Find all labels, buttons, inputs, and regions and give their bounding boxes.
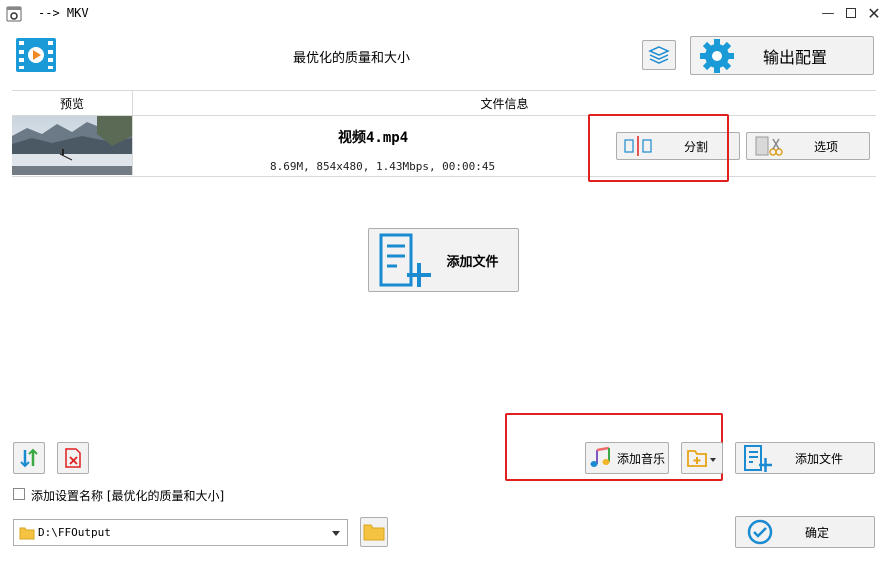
output-config-button[interactable]: 输出配置	[690, 36, 874, 75]
column-header-fileinfo: 文件信息	[133, 91, 876, 116]
options-label: 选项	[813, 139, 838, 154]
maximize-button[interactable]	[841, 4, 861, 22]
add-preset-name-checkbox[interactable]	[13, 488, 25, 500]
close-button[interactable]: ✕	[864, 4, 884, 23]
options-button[interactable]: 选项	[746, 132, 870, 160]
preset-name[interactable]: 最优化的质量和大小	[293, 47, 410, 66]
folder-browse-icon	[363, 524, 385, 541]
scissors-icon	[755, 136, 783, 156]
music-icon	[590, 446, 610, 467]
column-header-preview: 预览	[12, 91, 133, 116]
folder-icon	[19, 527, 35, 540]
output-path-select[interactable]: D:\FFOutput	[13, 519, 348, 546]
add-music-button[interactable]: 添加音乐	[585, 442, 669, 474]
center-add-file-button[interactable]: 添加文件	[368, 228, 519, 292]
check-circle-icon	[747, 519, 773, 545]
file-name: 视频4.mp4	[338, 130, 409, 146]
browse-folder-button[interactable]	[360, 517, 388, 547]
file-details: 8.69M, 854x480, 1.43Mbps, 00:00:45	[270, 160, 496, 173]
add-folder-button[interactable]	[681, 442, 723, 474]
format-icon[interactable]	[14, 36, 58, 74]
add-file-button[interactable]: 添加文件	[735, 442, 875, 474]
add-folder-icon	[687, 450, 716, 467]
minimize-button[interactable]: —	[818, 4, 838, 22]
confirm-label: 确定	[804, 525, 829, 540]
column-header-preview-label: 预览	[59, 96, 84, 111]
remove-file-icon	[65, 448, 81, 468]
column-header-fileinfo-label: 文件信息	[480, 96, 529, 111]
center-add-file-label: 添加文件	[446, 254, 499, 270]
window-title: --> MKV	[38, 6, 89, 20]
app-icon	[6, 5, 22, 22]
maximize-icon	[846, 8, 856, 18]
sort-icon	[20, 448, 38, 468]
sort-button[interactable]	[13, 442, 45, 474]
confirm-button[interactable]: 确定	[735, 516, 875, 548]
add-file-small-icon	[744, 445, 772, 472]
layers-icon	[648, 46, 670, 64]
video-thumbnail	[12, 116, 133, 175]
output-path-value: D:\FFOutput	[38, 526, 111, 539]
layers-button[interactable]	[642, 40, 676, 70]
add-file-icon	[379, 233, 431, 287]
highlight-box	[588, 114, 729, 182]
output-config-label: 输出配置	[762, 47, 827, 67]
add-music-label: 添加音乐	[616, 451, 665, 466]
gear-icon	[700, 38, 734, 73]
title-bar: --> MKV — ✕	[0, 0, 888, 28]
chevron-down-icon[interactable]	[332, 531, 340, 536]
add-preset-name-label[interactable]: 添加设置名称 [最优化的质量和大小]	[31, 487, 224, 504]
remove-file-button[interactable]	[57, 442, 89, 474]
add-file-label: 添加文件	[794, 451, 843, 466]
